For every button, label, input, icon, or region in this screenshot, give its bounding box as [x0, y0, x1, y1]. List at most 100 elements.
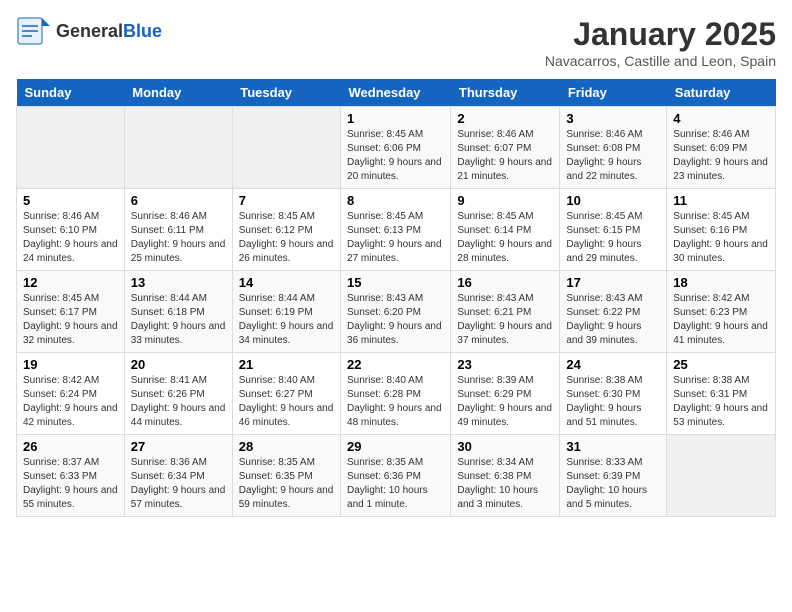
calendar-day-19: 19 Sunrise: 8:42 AM Sunset: 6:24 PM Dayli… — [17, 353, 125, 435]
day-number: 13 — [131, 275, 226, 290]
calendar-empty-cell — [667, 435, 776, 517]
day-number: 17 — [566, 275, 660, 290]
day-info: Sunrise: 8:43 AM Sunset: 6:22 PM Dayligh… — [566, 292, 660, 348]
calendar-day-9: 9 Sunrise: 8:45 AM Sunset: 6:14 PM Daylig… — [451, 189, 560, 271]
calendar-week-row: 5 Sunrise: 8:46 AM Sunset: 6:10 PM Daylig… — [17, 189, 776, 271]
calendar-day-28: 28 Sunrise: 8:35 AM Sunset: 6:35 PM Dayli… — [232, 435, 340, 517]
day-info: Sunrise: 8:37 AM Sunset: 6:33 PM Dayligh… — [23, 456, 118, 512]
day-info: Sunrise: 8:41 AM Sunset: 6:26 PM Dayligh… — [131, 374, 226, 430]
weekday-header-sunday: Sunday — [17, 79, 125, 107]
calendar-day-14: 14 Sunrise: 8:44 AM Sunset: 6:19 PM Dayli… — [232, 271, 340, 353]
day-number: 7 — [239, 193, 334, 208]
day-info: Sunrise: 8:43 AM Sunset: 6:20 PM Dayligh… — [347, 292, 444, 348]
day-number: 16 — [457, 275, 553, 290]
calendar-day-6: 6 Sunrise: 8:46 AM Sunset: 6:11 PM Daylig… — [124, 189, 232, 271]
calendar-day-16: 16 Sunrise: 8:43 AM Sunset: 6:21 PM Dayli… — [451, 271, 560, 353]
day-info: Sunrise: 8:46 AM Sunset: 6:08 PM Dayligh… — [566, 128, 660, 184]
day-number: 26 — [23, 439, 118, 454]
day-info: Sunrise: 8:33 AM Sunset: 6:39 PM Dayligh… — [566, 456, 660, 512]
calendar-day-4: 4Sunrise: 8:46 AM Sunset: 6:09 PM Daylig… — [667, 107, 776, 189]
calendar-day-21: 21 Sunrise: 8:40 AM Sunset: 6:27 PM Dayli… — [232, 353, 340, 435]
page-header: GeneralBlue January 2025 Navacarros, Cas… — [16, 16, 776, 69]
weekday-header-tuesday: Tuesday — [232, 79, 340, 107]
day-info: Sunrise: 8:45 AM Sunset: 6:12 PM Dayligh… — [239, 210, 334, 266]
calendar-week-row: 19 Sunrise: 8:42 AM Sunset: 6:24 PM Dayli… — [17, 353, 776, 435]
day-info: Sunrise: 8:44 AM Sunset: 6:19 PM Dayligh… — [239, 292, 334, 348]
location-subtitle: Navacarros, Castille and Leon, Spain — [545, 53, 776, 69]
calendar-week-row: 12Sunrise: 8:45 AM Sunset: 6:17 PM Dayli… — [17, 271, 776, 353]
day-number: 23 — [457, 357, 553, 372]
calendar-week-row: 1Sunrise: 8:45 AM Sunset: 6:06 PM Daylig… — [17, 107, 776, 189]
day-info: Sunrise: 8:39 AM Sunset: 6:29 PM Dayligh… — [457, 374, 553, 430]
calendar-header-row: SundayMondayTuesdayWednesdayThursdayFrid… — [17, 79, 776, 107]
day-number: 28 — [239, 439, 334, 454]
day-info: Sunrise: 8:46 AM Sunset: 6:07 PM Dayligh… — [457, 128, 553, 184]
calendar-day-10: 10Sunrise: 8:45 AM Sunset: 6:15 PM Dayli… — [560, 189, 667, 271]
day-info: Sunrise: 8:35 AM Sunset: 6:35 PM Dayligh… — [239, 456, 334, 512]
weekday-header-monday: Monday — [124, 79, 232, 107]
weekday-header-thursday: Thursday — [451, 79, 560, 107]
day-number: 8 — [347, 193, 444, 208]
calendar-day-25: 25 Sunrise: 8:38 AM Sunset: 6:31 PM Dayli… — [667, 353, 776, 435]
day-number: 18 — [673, 275, 769, 290]
day-info: Sunrise: 8:34 AM Sunset: 6:38 PM Dayligh… — [457, 456, 553, 512]
calendar-day-3: 3 Sunrise: 8:46 AM Sunset: 6:08 PM Daylig… — [560, 107, 667, 189]
calendar-table: SundayMondayTuesdayWednesdayThursdayFrid… — [16, 79, 776, 517]
day-number: 10 — [566, 193, 660, 208]
calendar-day-8: 8Sunrise: 8:45 AM Sunset: 6:13 PM Daylig… — [341, 189, 451, 271]
weekday-header-wednesday: Wednesday — [341, 79, 451, 107]
day-number: 21 — [239, 357, 334, 372]
day-info: Sunrise: 8:40 AM Sunset: 6:28 PM Dayligh… — [347, 374, 444, 430]
day-number: 9 — [457, 193, 553, 208]
day-info: Sunrise: 8:42 AM Sunset: 6:24 PM Dayligh… — [23, 374, 118, 430]
day-number: 30 — [457, 439, 553, 454]
logo: GeneralBlue — [16, 16, 162, 46]
calendar-day-24: 24 Sunrise: 8:38 AM Sunset: 6:30 PM Dayli… — [560, 353, 667, 435]
calendar-day-17: 17 Sunrise: 8:43 AM Sunset: 6:22 PM Dayli… — [560, 271, 667, 353]
day-info: Sunrise: 8:46 AM Sunset: 6:10 PM Dayligh… — [23, 210, 118, 266]
day-info: Sunrise: 8:35 AM Sunset: 6:36 PM Dayligh… — [347, 456, 444, 512]
day-number: 29 — [347, 439, 444, 454]
day-number: 31 — [566, 439, 660, 454]
calendar-day-7: 7 Sunrise: 8:45 AM Sunset: 6:12 PM Daylig… — [232, 189, 340, 271]
day-info: Sunrise: 8:38 AM Sunset: 6:31 PM Dayligh… — [673, 374, 769, 430]
calendar-day-12: 12Sunrise: 8:45 AM Sunset: 6:17 PM Dayli… — [17, 271, 125, 353]
day-info: Sunrise: 8:43 AM Sunset: 6:21 PM Dayligh… — [457, 292, 553, 348]
day-number: 3 — [566, 111, 660, 126]
day-number: 24 — [566, 357, 660, 372]
title-area: January 2025 Navacarros, Castille and Le… — [545, 16, 776, 69]
day-number: 5 — [23, 193, 118, 208]
day-info: Sunrise: 8:38 AM Sunset: 6:30 PM Dayligh… — [566, 374, 660, 430]
calendar-day-13: 13Sunrise: 8:44 AM Sunset: 6:18 PM Dayli… — [124, 271, 232, 353]
day-info: Sunrise: 8:40 AM Sunset: 6:27 PM Dayligh… — [239, 374, 334, 430]
calendar-day-15: 15Sunrise: 8:43 AM Sunset: 6:20 PM Dayli… — [341, 271, 451, 353]
day-number: 20 — [131, 357, 226, 372]
day-info: Sunrise: 8:45 AM Sunset: 6:14 PM Dayligh… — [457, 210, 553, 266]
calendar-empty-cell — [124, 107, 232, 189]
day-number: 6 — [131, 193, 226, 208]
calendar-empty-cell — [17, 107, 125, 189]
calendar-day-2: 2 Sunrise: 8:46 AM Sunset: 6:07 PM Daylig… — [451, 107, 560, 189]
weekday-header-saturday: Saturday — [667, 79, 776, 107]
day-info: Sunrise: 8:45 AM Sunset: 6:16 PM Dayligh… — [673, 210, 769, 266]
calendar-day-11: 11Sunrise: 8:45 AM Sunset: 6:16 PM Dayli… — [667, 189, 776, 271]
day-info: Sunrise: 8:46 AM Sunset: 6:09 PM Dayligh… — [673, 128, 769, 184]
day-info: Sunrise: 8:45 AM Sunset: 6:17 PM Dayligh… — [23, 292, 118, 348]
day-info: Sunrise: 8:36 AM Sunset: 6:34 PM Dayligh… — [131, 456, 226, 512]
day-info: Sunrise: 8:45 AM Sunset: 6:06 PM Dayligh… — [347, 128, 444, 184]
day-number: 27 — [131, 439, 226, 454]
weekday-header-friday: Friday — [560, 79, 667, 107]
day-number: 25 — [673, 357, 769, 372]
calendar-day-27: 27 Sunrise: 8:36 AM Sunset: 6:34 PM Dayli… — [124, 435, 232, 517]
day-number: 14 — [239, 275, 334, 290]
day-number: 19 — [23, 357, 118, 372]
calendar-day-29: 29 Sunrise: 8:35 AM Sunset: 6:36 PM Dayli… — [341, 435, 451, 517]
calendar-day-26: 26 Sunrise: 8:37 AM Sunset: 6:33 PM Dayli… — [17, 435, 125, 517]
day-info: Sunrise: 8:46 AM Sunset: 6:11 PM Dayligh… — [131, 210, 226, 266]
calendar-day-18: 18 Sunrise: 8:42 AM Sunset: 6:23 PM Dayli… — [667, 271, 776, 353]
day-number: 22 — [347, 357, 444, 372]
day-number: 2 — [457, 111, 553, 126]
calendar-day-30: 30 Sunrise: 8:34 AM Sunset: 6:38 PM Dayli… — [451, 435, 560, 517]
calendar-day-1: 1Sunrise: 8:45 AM Sunset: 6:06 PM Daylig… — [341, 107, 451, 189]
day-info: Sunrise: 8:42 AM Sunset: 6:23 PM Dayligh… — [673, 292, 769, 348]
